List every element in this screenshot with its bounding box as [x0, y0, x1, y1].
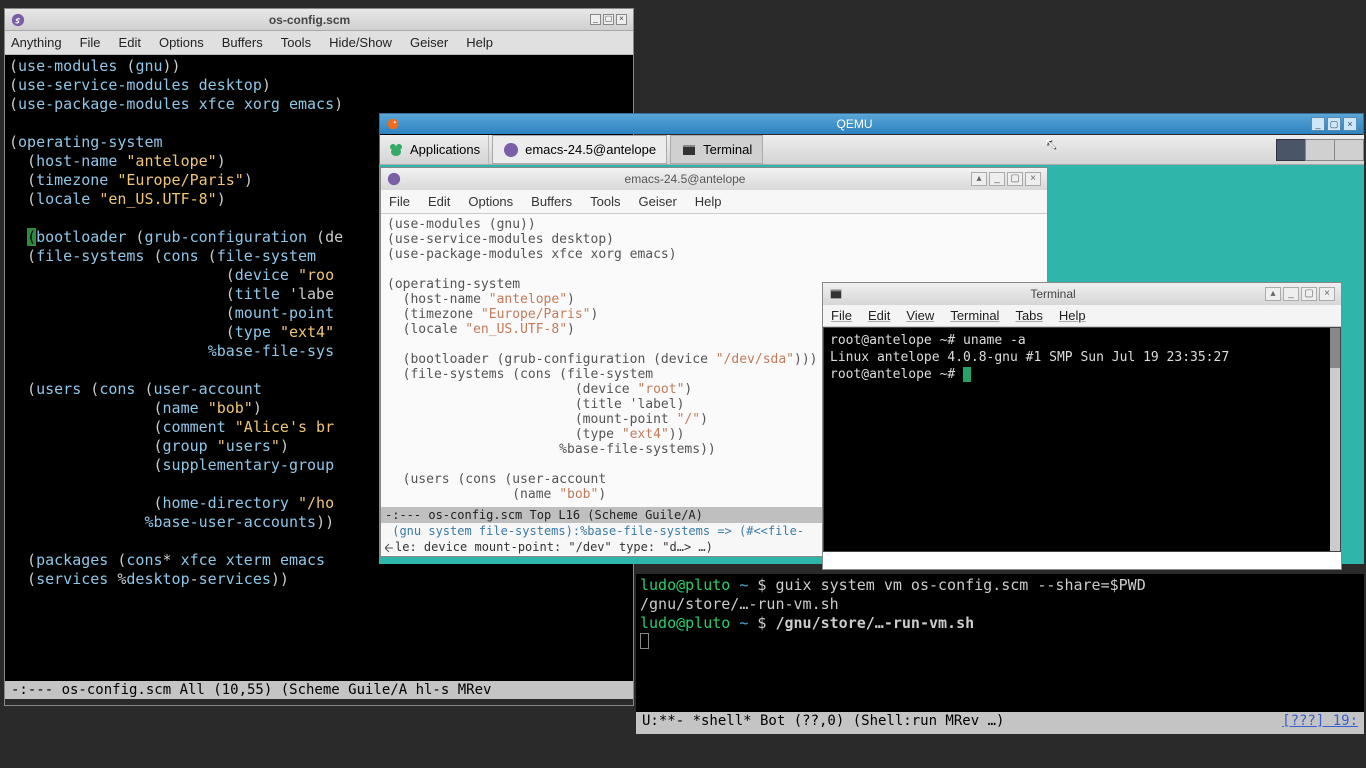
shell-statusbar-link[interactable]: [???] 19:	[1282, 713, 1358, 729]
taskbar-item-emacs[interactable]: emacs-24.5@antelope	[492, 135, 667, 164]
host-emacs-titlebar[interactable]: os-config.scm _ ▢ ×	[5, 9, 633, 31]
guest-terminal-body[interactable]: root@antelope ~# uname -a Linux antelope…	[823, 327, 1341, 552]
guest-emacs-menubar: File Edit Options Buffers Tools Geiser H…	[381, 190, 1047, 214]
menu-file[interactable]: File	[80, 35, 101, 50]
menu-buffers[interactable]: Buffers	[222, 35, 263, 50]
guest-shadeup-button[interactable]: ▴	[971, 172, 987, 186]
guest-terminal-menubar: File Edit View Terminal Tabs Help	[823, 305, 1341, 327]
gmenu-edit[interactable]: Edit	[428, 194, 450, 209]
close-button[interactable]: ×	[616, 14, 627, 25]
host-shell-buffer[interactable]: ludo@pluto ~ $ guix system vm os-config.…	[636, 574, 1364, 734]
guest-maximize-button[interactable]: ▢	[1007, 172, 1023, 186]
host-emacs-title: os-config.scm	[269, 13, 350, 27]
tmenu-view[interactable]: View	[906, 308, 934, 323]
term-maximize-button[interactable]: ▢	[1301, 287, 1317, 301]
guest-emacs-titlebar[interactable]: emacs-24.5@antelope ▴ _ ▢ ×	[381, 168, 1047, 190]
qemu-close-button[interactable]: ×	[1343, 117, 1357, 131]
emacs-icon	[11, 13, 25, 27]
continuation-icon	[385, 543, 395, 553]
host-emacs-menubar: Anything File Edit Options Buffers Tools…	[5, 31, 633, 55]
gmenu-help[interactable]: Help	[695, 194, 722, 209]
host-shell-statusbar: U:**- *shell* Bot (??,0) (Shell:run MRev…	[636, 712, 1364, 734]
terminal-scrollthumb[interactable]	[1330, 328, 1340, 368]
menu-help[interactable]: Help	[466, 35, 493, 50]
qemu-icon	[386, 117, 400, 131]
qemu-maximize-button[interactable]: ▢	[1327, 117, 1341, 131]
term-shadeup-button[interactable]: ▴	[1265, 287, 1281, 301]
tmenu-file[interactable]: File	[831, 308, 852, 323]
minimize-button[interactable]: _	[590, 14, 601, 25]
gmenu-options[interactable]: Options	[468, 194, 513, 209]
terminal-scrollbar[interactable]	[1330, 328, 1340, 551]
guest-close-button[interactable]: ×	[1025, 172, 1041, 186]
guest-terminal-title: Terminal	[1030, 287, 1075, 301]
maximize-button[interactable]: ▢	[603, 14, 614, 25]
tmenu-tabs[interactable]: Tabs	[1015, 308, 1042, 323]
menu-edit[interactable]: Edit	[119, 35, 141, 50]
emacs-task-icon	[503, 142, 519, 158]
guest-terminal-window: Terminal ▴ _ ▢ × File Edit View Terminal…	[822, 282, 1342, 570]
tmenu-edit[interactable]: Edit	[868, 308, 890, 323]
gmenu-tools[interactable]: Tools	[590, 194, 620, 209]
applications-label: Applications	[410, 142, 480, 157]
shell-statusbar-left: U:**- *shell* Bot (??,0) (Shell:run MRev…	[642, 713, 1004, 729]
guest-minimize-button[interactable]: _	[989, 172, 1005, 186]
term-minimize-button[interactable]: _	[1283, 287, 1299, 301]
gmenu-geiser[interactable]: Geiser	[638, 194, 676, 209]
workspace-1[interactable]	[1276, 139, 1306, 161]
workspace-2[interactable]	[1305, 139, 1335, 161]
terminal-icon	[829, 287, 843, 301]
menu-tools[interactable]: Tools	[281, 35, 311, 50]
tmenu-help[interactable]: Help	[1059, 308, 1086, 323]
guest-emacs-icon	[387, 172, 401, 186]
workspace-3[interactable]	[1334, 139, 1364, 161]
terminal-task-icon	[681, 142, 697, 158]
menu-geiser[interactable]: Geiser	[410, 35, 448, 50]
qemu-minimize-button[interactable]: _	[1311, 117, 1325, 131]
host-emacs-statusbar: -:--- os-config.scm All (10,55) (Scheme …	[5, 681, 633, 699]
qemu-titlebar[interactable]: QEMU _ ▢ ×	[380, 114, 1363, 134]
menu-hideshow[interactable]: Hide/Show	[329, 35, 392, 50]
guest-emacs-title: emacs-24.5@antelope	[625, 172, 746, 186]
menu-anything[interactable]: Anything	[11, 35, 62, 50]
taskbar-item-terminal[interactable]: Terminal	[670, 135, 763, 164]
xfce-panel: Applications emacs-24.5@antelope Termina…	[380, 135, 1364, 165]
xfce-mouse-icon	[388, 142, 404, 158]
task-label-emacs: emacs-24.5@antelope	[525, 142, 656, 157]
task-label-terminal: Terminal	[703, 142, 752, 157]
guest-terminal-titlebar[interactable]: Terminal ▴ _ ▢ ×	[823, 283, 1341, 305]
tmenu-terminal[interactable]: Terminal	[950, 308, 999, 323]
applications-menu-button[interactable]: Applications	[380, 135, 489, 164]
qemu-title-text: QEMU	[837, 117, 873, 131]
gmenu-buffers[interactable]: Buffers	[531, 194, 572, 209]
menu-options[interactable]: Options	[159, 35, 204, 50]
workspace-pager[interactable]	[1277, 139, 1364, 161]
term-close-button[interactable]: ×	[1319, 287, 1335, 301]
gmenu-file[interactable]: File	[389, 194, 410, 209]
